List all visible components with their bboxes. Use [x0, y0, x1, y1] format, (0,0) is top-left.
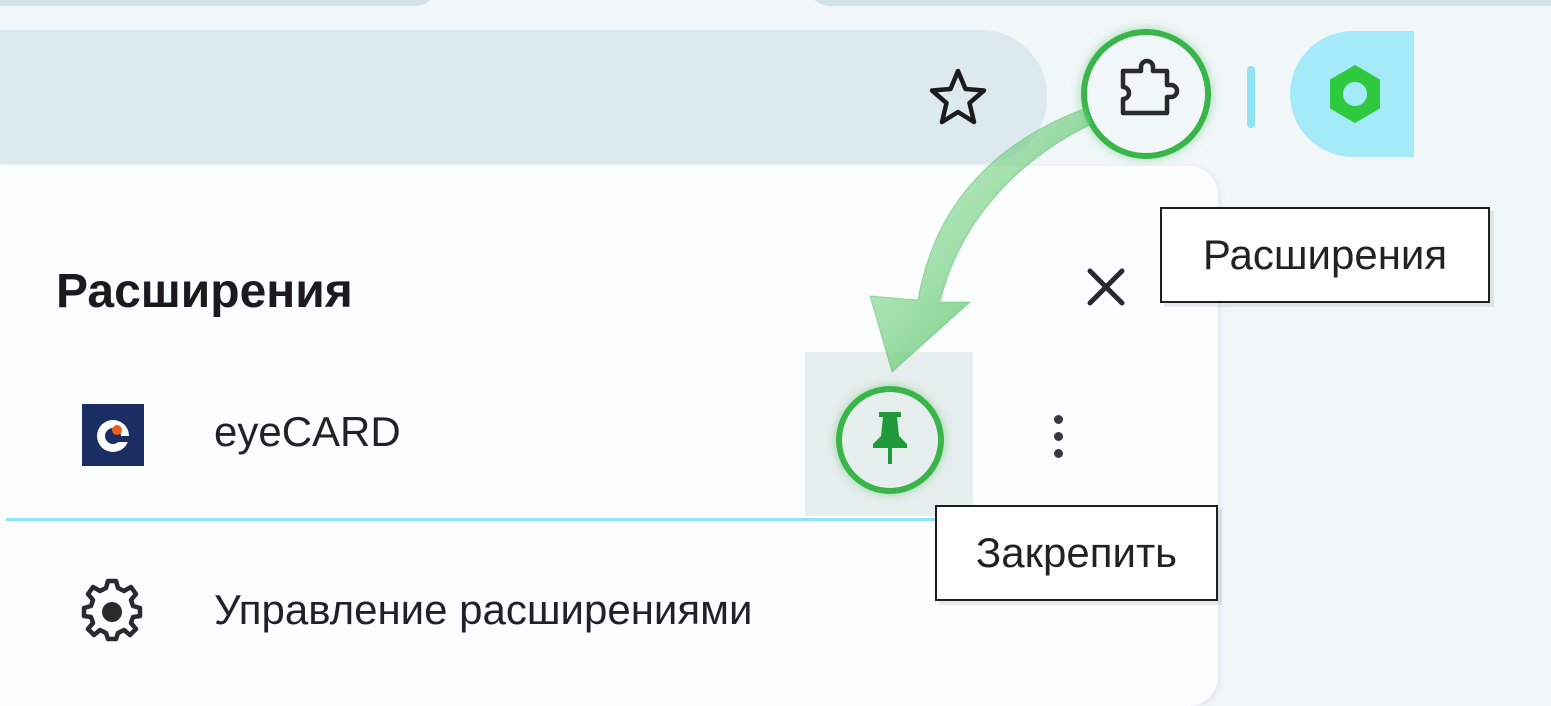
extensions-panel: Расширения eyeCARD Управление расширения… — [0, 166, 1218, 706]
gear-icon — [80, 578, 144, 642]
panel-title: Расширения — [56, 265, 353, 318]
more-vert-icon-dot — [1053, 431, 1063, 441]
extensions-tooltip: Расширения — [1160, 207, 1490, 303]
extensions-button[interactable] — [1081, 29, 1211, 159]
hexagon-icon — [1322, 61, 1388, 127]
pin-tooltip: Закрепить — [935, 505, 1218, 601]
more-options-button[interactable] — [1030, 404, 1086, 468]
tab-strip-left — [0, 0, 440, 6]
puzzle-icon — [1111, 57, 1181, 132]
extension-row-eyecard[interactable]: eyeCARD — [0, 352, 1218, 516]
toolbar-divider — [1247, 66, 1255, 128]
pin-button[interactable] — [836, 386, 944, 494]
address-bar[interactable] — [0, 30, 1047, 164]
profile-button[interactable] — [1290, 31, 1414, 157]
more-vert-icon-dot — [1053, 448, 1063, 458]
close-icon — [1084, 265, 1128, 314]
more-vert-icon — [1053, 414, 1063, 424]
pin-button-area[interactable] — [805, 352, 973, 516]
star-icon[interactable] — [926, 66, 990, 130]
tab-strip-right — [805, 0, 1551, 6]
close-button[interactable] — [1080, 263, 1132, 315]
extension-name: eyeCARD — [214, 408, 401, 455]
manage-extensions-label: Управление расширениями — [214, 586, 753, 633]
eyecard-logo-icon — [82, 404, 144, 466]
pin-icon — [865, 408, 915, 473]
